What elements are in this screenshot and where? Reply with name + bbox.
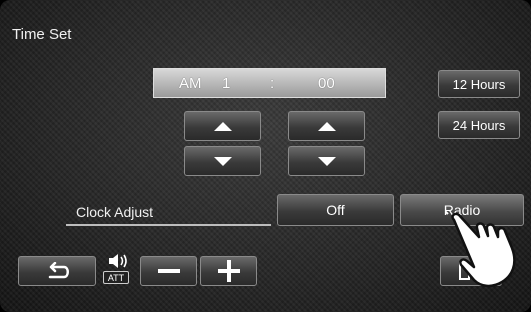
minute-down-button[interactable] [288,146,365,176]
time-separator: : [270,75,275,92]
minute-up-button[interactable] [288,111,365,141]
minus-icon [157,269,180,273]
hour-down-button[interactable] [184,146,261,176]
pointing-hand-icon [446,210,516,288]
volume-down-button[interactable] [140,256,197,286]
page-title: Time Set [12,26,72,43]
att-button[interactable]: ATT [103,253,133,287]
clock-adjust-underline [66,224,271,226]
24-hours-button[interactable]: 24 Hours [438,111,520,139]
back-arrow-icon [48,262,69,279]
up-arrow-icon [213,121,232,131]
down-arrow-icon [213,156,232,166]
att-badge: ATT [103,271,129,284]
clock-adjust-label: Clock Adjust [76,204,154,220]
volume-up-button[interactable] [200,256,257,286]
down-arrow-icon [317,156,336,166]
plus-icon [217,260,240,282]
hour-up-button[interactable] [184,111,261,141]
time-set-screen: Time Set AM 1 : 00 12 Hours 24 Hours Clo… [0,0,531,312]
time-display: AM 1 : 00 [153,68,386,98]
12-hours-button[interactable]: 12 Hours [438,70,520,98]
hour-value: 1 [222,75,231,92]
speaker-icon [109,254,127,268]
up-arrow-icon [317,121,336,131]
clock-adjust-off-button[interactable]: Off [277,194,394,226]
back-button[interactable] [18,256,96,286]
ampm-value: AM [179,75,202,92]
minute-value: 00 [318,75,335,92]
